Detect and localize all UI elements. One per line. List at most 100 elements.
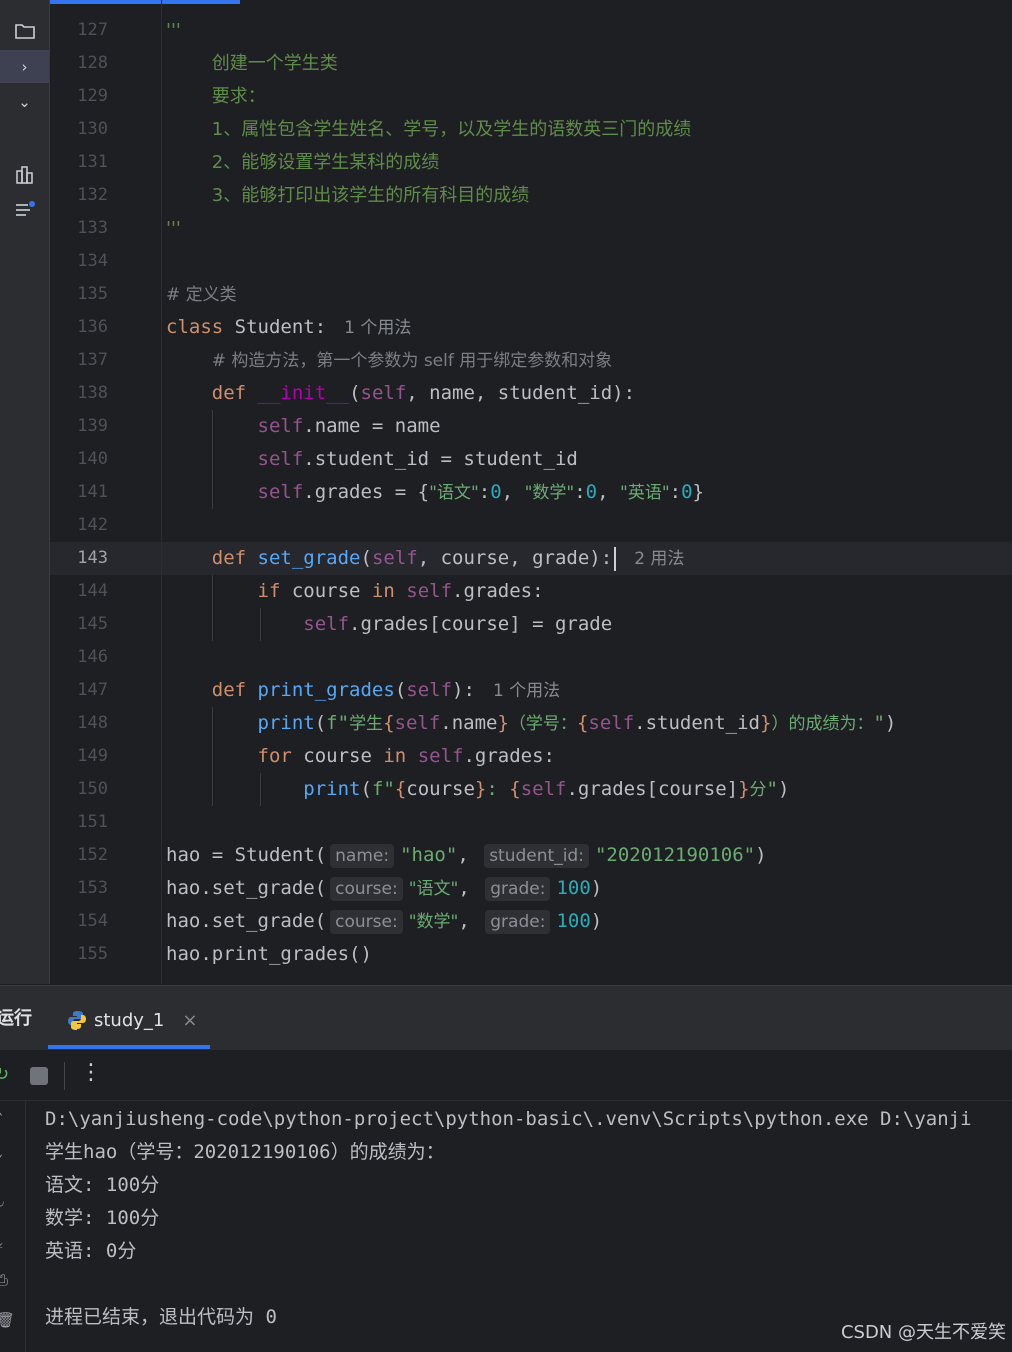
line-number: 144 (77, 581, 108, 601)
scroll-down-icon[interactable]: ˇ (0, 1153, 16, 1171)
line-number: 146 (77, 647, 108, 667)
line-number: 147 (77, 680, 108, 700)
run-panel-title: 运行 (0, 1008, 32, 1029)
usage-hint[interactable]: 1 个用法 (344, 318, 411, 338)
line-number: 136 (77, 317, 108, 337)
line-number: 145 (77, 614, 108, 634)
line-number: 151 (77, 812, 108, 832)
console-line: D:\yanjiusheng-code\python-project\pytho… (45, 1108, 972, 1130)
code-line-current: def set_grade(self, course, grade): 2 用法 (211, 546, 685, 571)
line-number: 142 (77, 515, 108, 535)
active-tab-underline (48, 1045, 210, 1049)
code-area[interactable]: ''' 创建一个学生类 要求： 1、属性包含学生姓名、学号，以及学生的语数英三门… (166, 14, 1012, 971)
code-line: hao = Student(name: "hao", student_id: "20… (166, 844, 767, 868)
run-tab-study-1[interactable]: study_1 × (48, 996, 210, 1044)
structure-icon[interactable] (0, 158, 49, 191)
line-number: 155 (77, 944, 108, 964)
code-line: ''' (166, 20, 181, 41)
soft-wrap-icon[interactable]: ⤶ (0, 1195, 16, 1213)
code-line: self.grades[course] = grade (166, 608, 1012, 641)
console-line: 语文: 100分 (45, 1174, 160, 1196)
code-line: 创建一个学生类 (211, 53, 338, 74)
code-line: hao.print_grades() (166, 943, 372, 965)
code-editor[interactable]: › ⌄ 127 128 129 130 131 132 133 134 135 136 137 138… (0, 0, 1012, 984)
code-line: def print_grades(self): 1 个用法 (211, 679, 561, 701)
param-hint: name: (330, 844, 395, 868)
line-number: 132 (77, 185, 108, 205)
console-line: 学生hao（学号：202012190106）的成绩为： (45, 1141, 445, 1163)
param-hint: course: (330, 910, 403, 934)
print-icon[interactable]: ⎙ (0, 1271, 16, 1289)
close-icon[interactable]: × (182, 1010, 197, 1031)
run-tab-label: study_1 (94, 1009, 165, 1031)
code-line: hao.set_grade(course: "数学", grade: 100) (166, 910, 603, 934)
left-tool-strip: › ⌄ (0, 0, 50, 984)
python-icon (68, 1011, 86, 1030)
code-line: class Student: 1 个用法 (166, 316, 412, 338)
folder-icon[interactable] (0, 14, 49, 47)
run-panel: 运行 study_1 × ↻ ⋮ ˆ ˇ ⤶ ⤓ ⎙ 🗑 D:\yanjiush… (0, 985, 1012, 1352)
chevron-right-icon[interactable]: › (0, 50, 49, 83)
line-number-gutter: 127 128 129 130 131 132 133 134 135 136 137 138 139 1… (50, 14, 160, 971)
more-options-icon[interactable]: ⋮ (80, 1060, 102, 1085)
line-number: 140 (77, 449, 108, 469)
line-number: 149 (77, 746, 108, 766)
code-line: 3、能够打印出该学生的所有科目的成绩 (211, 185, 530, 206)
console-line: 英语: 0分 (45, 1240, 137, 1262)
line-number: 153 (77, 878, 108, 898)
code-line: 1、属性包含学生姓名、学号，以及学生的语数英三门的成绩 (211, 119, 692, 140)
run-side-toolbar: ˆ ˇ ⤶ ⤓ ⎙ 🗑 (0, 1101, 26, 1352)
param-hint: student_id: (484, 844, 589, 868)
code-line: if course in self.grades: (166, 575, 1012, 608)
line-number: 138 (77, 383, 108, 403)
chevron-down-icon[interactable]: ⌄ (0, 85, 49, 118)
rerun-icon[interactable]: ↻ (0, 1064, 10, 1086)
param-hint: grade: (485, 877, 551, 901)
line-number: 150 (77, 779, 108, 799)
code-line: # 定义类 (166, 278, 1012, 311)
code-line: hao.set_grade(course: "语文", grade: 100) (166, 877, 603, 901)
line-number: 128 (77, 53, 108, 73)
run-panel-header: 运行 study_1 × (0, 986, 1012, 1050)
line-number: 131 (77, 152, 108, 172)
scroll-up-icon[interactable]: ˆ (0, 1111, 16, 1129)
code-line: def __init__(self, name, student_id): (211, 382, 636, 404)
text-caret (614, 546, 617, 571)
line-number: 130 (77, 119, 108, 139)
run-toolbar: ↻ ⋮ (0, 1050, 1012, 1101)
gutter-separator (161, 0, 162, 984)
trash-icon[interactable]: 🗑 (0, 1311, 16, 1329)
code-line: self.grades = {"语文":0, "数学":0, "英语":0} (166, 476, 1012, 509)
console-line: 数学: 100分 (45, 1207, 160, 1229)
watermark: CSDN @天生不爱笑 (840, 1322, 1006, 1343)
param-hint: course: (330, 877, 403, 901)
comment: # 构造方法，第一个参数为 self 用于绑定参数和对象 (211, 351, 613, 371)
line-number: 143 (77, 548, 108, 568)
line-number: 135 (77, 284, 108, 304)
code-line: for course in self.grades: (166, 740, 1012, 773)
code-line: 要求： (211, 86, 266, 107)
usage-hint[interactable]: 2 用法 (634, 549, 684, 569)
scroll-to-end-icon[interactable]: ⤓ (0, 1233, 16, 1251)
code-line: self.student_id = student_id (166, 443, 1012, 476)
line-number: 137 (77, 350, 108, 370)
code-line: # 构造方法，第一个参数为 self 用于绑定参数和对象 (166, 344, 1012, 377)
usage-hint[interactable]: 1 个用法 (493, 681, 560, 701)
line-number: 141 (77, 482, 108, 502)
line-number: 148 (77, 713, 108, 733)
line-number: 134 (77, 251, 108, 271)
code-line: print(f"学生{self.name}（学号：{self.student_i… (166, 707, 1012, 740)
stop-icon[interactable] (30, 1067, 48, 1085)
code-line: self.name = name (166, 410, 1012, 443)
line-number: 133 (77, 218, 108, 238)
console-output[interactable]: D:\yanjiusheng-code\python-project\pytho… (45, 1103, 1012, 1334)
param-hint: grade: (485, 910, 551, 934)
todo-list-icon[interactable] (0, 193, 49, 226)
comment: # 定义类 (166, 285, 237, 305)
line-number: 154 (77, 911, 108, 931)
